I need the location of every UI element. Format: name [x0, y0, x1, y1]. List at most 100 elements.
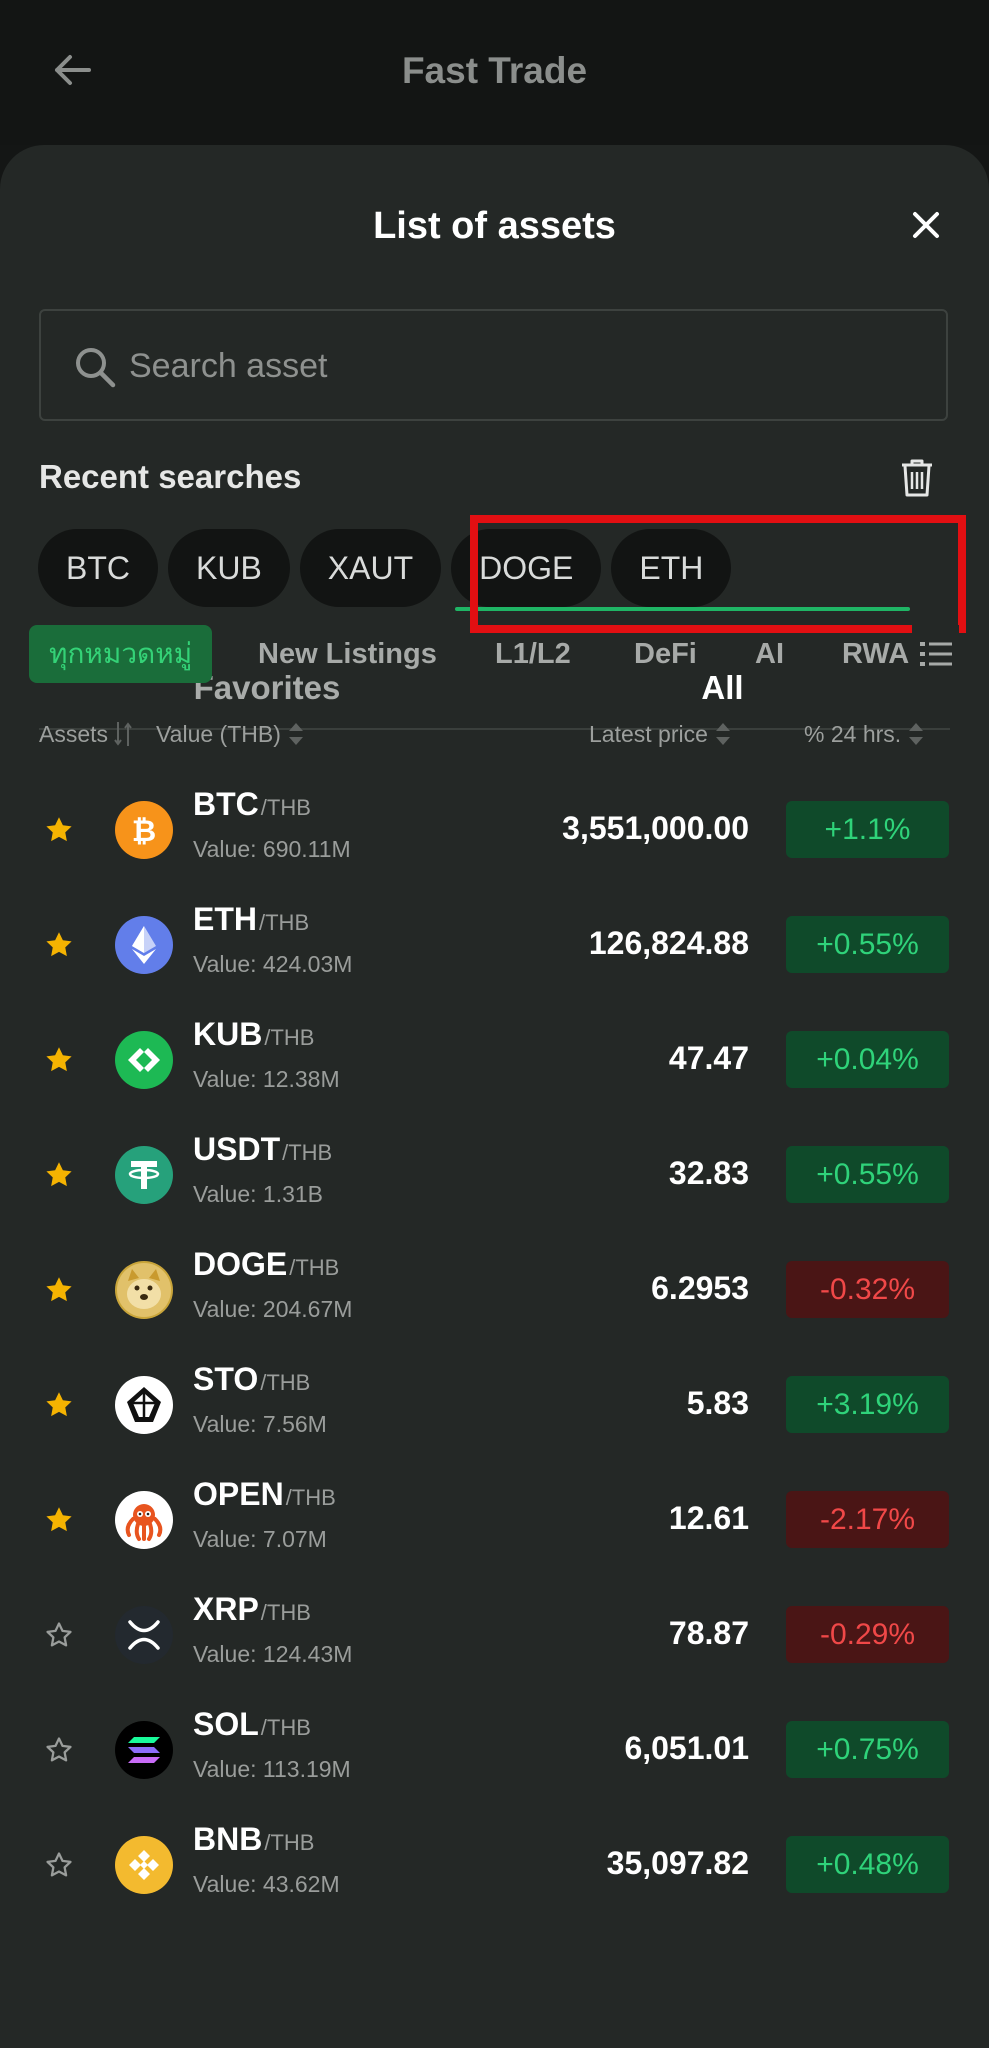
search-input[interactable]	[127, 335, 911, 397]
star-icon[interactable]	[44, 1045, 74, 1075]
latest-price: 5.83	[686, 1385, 749, 1421]
symbol-text: ETH	[193, 901, 257, 937]
star-outline-icon[interactable]	[44, 1735, 74, 1765]
asset-row[interactable]: BNB/THB Value: 43.62M 35,097.82 +0.48%	[0, 1807, 989, 1922]
symbol-text: KUB	[193, 1016, 263, 1052]
star-icon[interactable]	[44, 1160, 74, 1190]
symbol-text: OPEN	[193, 1476, 284, 1512]
page-title: Fast Trade	[401, 50, 588, 91]
symbol-text: SOL	[193, 1706, 259, 1742]
recent-chip[interactable]: XAUT	[299, 529, 442, 607]
asset-value: Value: 1.31B	[193, 1181, 324, 1207]
quote-currency: /THB	[285, 1485, 336, 1510]
change-badge: +0.48%	[786, 1836, 949, 1893]
change-badge: +1.1%	[786, 801, 949, 858]
sort-icon	[288, 723, 303, 745]
change-badge: -0.32%	[786, 1261, 949, 1318]
change-badge: -2.17%	[786, 1491, 949, 1548]
close-icon[interactable]	[904, 203, 948, 247]
change-badge: +0.04%	[786, 1031, 949, 1088]
symbol-text: XRP	[193, 1591, 259, 1627]
sheet-title: List of assets	[373, 205, 616, 247]
list-menu-icon[interactable]	[912, 625, 959, 683]
category-l1-l2[interactable]: L1/L2	[495, 625, 571, 683]
asset-symbol: DOGE/THB	[193, 1246, 339, 1283]
quote-currency: /THB	[260, 1600, 311, 1625]
asset-symbol: ETH/THB	[193, 901, 309, 938]
btc-icon: ₿	[115, 801, 173, 859]
change-badge: +0.55%	[786, 1146, 949, 1203]
svg-text:₿: ₿	[132, 814, 156, 847]
symbol-text: BNB	[193, 1821, 263, 1857]
asset-value: Value: 690.11M	[193, 836, 351, 862]
asset-row[interactable]: KUB/THB Value: 12.38M 47.47 +0.04%	[0, 1002, 989, 1117]
category-all[interactable]: ทุกหมวดหมู่	[29, 625, 213, 683]
star-outline-icon[interactable]	[44, 1850, 74, 1880]
change-badge: -0.29%	[786, 1606, 949, 1663]
star-icon[interactable]	[44, 1505, 74, 1535]
column-assets-label: Assets	[39, 720, 109, 747]
kub-icon	[115, 1031, 173, 1089]
latest-price: 35,097.82	[606, 1845, 749, 1881]
symbol-text: STO	[193, 1361, 259, 1397]
asset-row[interactable]: XRP/THB Value: 124.43M 78.87 -0.29%	[0, 1577, 989, 1692]
recent-chip[interactable]: KUB	[168, 529, 290, 607]
latest-price: 32.83	[668, 1155, 749, 1191]
category-defi[interactable]: DeFi	[634, 625, 697, 683]
asset-value: Value: 43.62M	[193, 1871, 340, 1897]
sort-icon	[909, 723, 924, 745]
latest-price: 3,551,000.00	[562, 810, 749, 846]
column-assets[interactable]: Assets Value (THB)	[39, 720, 305, 748]
column-change-label: % 24 hrs.	[804, 720, 902, 747]
quote-currency: /THB	[264, 1830, 315, 1855]
column-change-24h[interactable]: % 24 hrs.	[804, 720, 925, 748]
recent-searches-label: Recent searches	[39, 458, 302, 495]
category-filter: ทุกหมวดหมู่ New Listings L1/L2 DeFi AI R…	[29, 625, 959, 689]
sort-icon	[715, 723, 730, 745]
asset-symbol: XRP/THB	[193, 1591, 311, 1628]
asset-row[interactable]: OPEN/THB Value: 7.07M 12.61 -2.17%	[0, 1462, 989, 1577]
column-value-label: Value (THB)	[156, 720, 281, 747]
symbol-text: BTC	[193, 786, 259, 822]
latest-price: 78.87	[668, 1615, 749, 1651]
xrp-icon	[115, 1606, 173, 1664]
latest-price: 6.2953	[651, 1270, 749, 1306]
star-icon[interactable]	[44, 930, 74, 960]
star-outline-icon[interactable]	[44, 1620, 74, 1650]
symbol-text: DOGE	[193, 1246, 288, 1282]
asset-symbol: KUB/THB	[193, 1016, 314, 1053]
category-new-listings[interactable]: New Listings	[258, 625, 437, 683]
app-bar: Fast Trade	[0, 0, 989, 145]
asset-row[interactable]: STO/THB Value: 7.56M 5.83 +3.19%	[0, 1347, 989, 1462]
asset-row[interactable]: SOL/THB Value: 113.19M 6,051.01 +0.75%	[0, 1692, 989, 1807]
category-rwa[interactable]: RWA	[842, 625, 909, 683]
recent-chip[interactable]: BTC	[38, 529, 158, 607]
search-field[interactable]	[39, 309, 948, 421]
star-icon[interactable]	[44, 1275, 74, 1305]
asset-value: Value: 124.43M	[193, 1641, 353, 1667]
asset-row[interactable]: USDT/THB Value: 1.31B 32.83 +0.55%	[0, 1117, 989, 1232]
latest-price: 6,051.01	[624, 1730, 749, 1766]
quote-currency: /THB	[260, 795, 311, 820]
trash-icon[interactable]	[895, 453, 939, 503]
asset-value: Value: 7.56M	[193, 1411, 327, 1437]
star-icon[interactable]	[44, 1390, 74, 1420]
star-icon[interactable]	[44, 815, 74, 845]
asset-value: Value: 424.03M	[193, 951, 353, 977]
asset-row[interactable]: DOGE/THB Value: 204.67M 6.2953 -0.32%	[0, 1232, 989, 1347]
asset-value: Value: 7.07M	[193, 1526, 327, 1552]
asset-value: Value: 204.67M	[193, 1296, 353, 1322]
sort-icon	[114, 722, 132, 746]
category-ai[interactable]: AI	[755, 625, 784, 683]
asset-row[interactable]: ETH/THB Value: 424.03M 126,824.88 +0.55%	[0, 887, 989, 1002]
quote-currency: /THB	[289, 1255, 340, 1280]
asset-symbol: OPEN/THB	[193, 1476, 336, 1513]
asset-symbol: STO/THB	[193, 1361, 310, 1398]
asset-row[interactable]: ₿ BTC/THB Value: 690.11M 3,551,000.00 +1…	[0, 772, 989, 887]
asset-symbol: USDT/THB	[193, 1131, 332, 1168]
sol-icon	[115, 1721, 173, 1779]
quote-currency: /THB	[264, 1025, 315, 1050]
latest-price: 47.47	[668, 1040, 749, 1076]
latest-price: 126,824.88	[588, 925, 749, 961]
column-latest-price[interactable]: Latest price	[589, 720, 732, 748]
